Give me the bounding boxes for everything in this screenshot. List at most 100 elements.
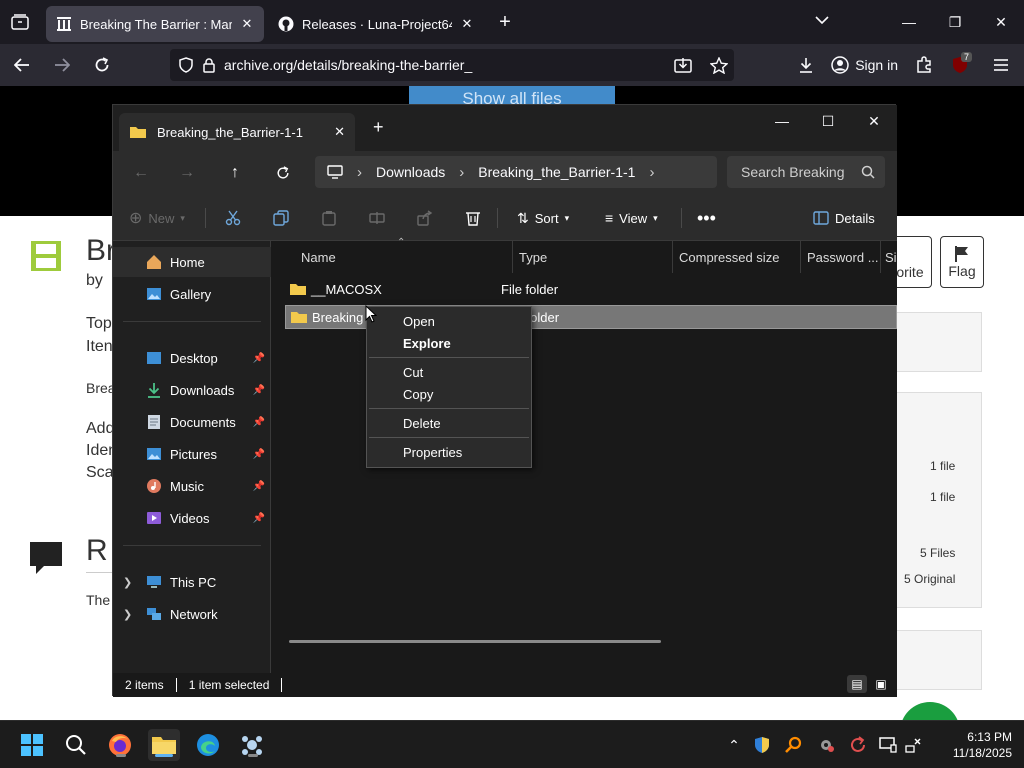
reload-icon[interactable] xyxy=(84,47,120,83)
view-button[interactable]: ≡ View ▾ xyxy=(605,203,658,233)
start-windows-icon[interactable] xyxy=(16,729,48,761)
column-header-compressed-size[interactable]: Compressed size xyxy=(673,241,801,273)
chevron-right-icon[interactable]: ❯ xyxy=(123,576,132,589)
forward-icon[interactable]: → xyxy=(171,159,203,187)
pin-icon[interactable]: 📌 xyxy=(253,449,265,460)
pin-icon[interactable]: 📌 xyxy=(253,385,265,396)
more-options-icon[interactable]: ••• xyxy=(697,203,716,233)
explorer-address-row: ← → ↑ › Downloads › Breaking_the_Barrier… xyxy=(113,151,897,195)
nav-item-videos[interactable]: Videos 📌 xyxy=(113,503,271,533)
chevron-right-icon[interactable]: ❯ xyxy=(123,608,132,621)
chevron-right-icon[interactable]: › xyxy=(649,164,654,181)
close-tab-icon[interactable]: ✕ xyxy=(240,16,254,32)
details-button[interactable]: Details xyxy=(813,203,875,233)
menu-item-explore[interactable]: Explore xyxy=(367,332,531,354)
back-icon[interactable]: ← xyxy=(125,159,157,187)
nav-item-network[interactable]: ❯ Network xyxy=(113,599,271,629)
install-page-icon[interactable] xyxy=(670,57,696,73)
menu-item-copy[interactable]: Copy xyxy=(367,383,531,405)
paste-icon[interactable] xyxy=(321,203,337,233)
nav-item-home[interactable]: Home xyxy=(113,247,271,277)
explorer-tab[interactable]: Breaking_the_Barrier-1-1 ✕ xyxy=(119,113,355,151)
system-clock[interactable]: 6:13 PM 11/18/2025 xyxy=(953,729,1012,761)
url-bar[interactable]: archive.org/details/breaking-the-barrier… xyxy=(170,49,734,81)
refresh-icon[interactable] xyxy=(267,159,299,187)
horizontal-scrollbar[interactable] xyxy=(289,640,661,643)
share-icon[interactable] xyxy=(417,203,433,233)
restore-icon[interactable]: ❐ xyxy=(932,0,978,44)
menu-item-delete[interactable]: Delete xyxy=(367,412,531,434)
donate-badge[interactable] xyxy=(900,702,960,720)
new-tab-button[interactable]: + xyxy=(490,7,520,37)
lock-icon[interactable] xyxy=(202,57,216,73)
search-input[interactable]: Search Breaking xyxy=(727,156,885,188)
extensions-icon[interactable] xyxy=(906,56,942,74)
nav-item-documents[interactable]: Documents 📌 xyxy=(113,407,271,437)
pin-icon[interactable]: 📌 xyxy=(253,417,265,428)
nav-item-desktop[interactable]: Desktop 📌 xyxy=(113,343,271,373)
back-icon[interactable] xyxy=(4,47,40,83)
maximize-icon[interactable]: ☐ xyxy=(805,105,851,137)
column-header-type[interactable]: Type xyxy=(513,241,673,273)
sign-in-button[interactable]: Sign in xyxy=(823,56,906,74)
copy-icon[interactable] xyxy=(273,203,289,233)
breadcrumb-item[interactable]: Breaking_the_Barrier-1-1 xyxy=(478,164,635,180)
close-window-icon[interactable]: ✕ xyxy=(851,105,897,137)
settings-gear-icon[interactable] xyxy=(810,736,842,754)
new-tab-button[interactable]: + xyxy=(373,117,384,138)
sort-button[interactable]: ⇅ Sort ▾ xyxy=(517,203,569,233)
ublock-extension-icon[interactable]: 7 xyxy=(942,50,978,80)
new-button[interactable]: ⊕ New ▾ xyxy=(129,203,185,233)
network-status-icon[interactable] xyxy=(902,737,924,753)
nav-item-gallery[interactable]: Gallery xyxy=(113,279,271,309)
cut-icon[interactable] xyxy=(225,203,241,233)
search-tool-icon[interactable] xyxy=(778,736,810,754)
pin-icon[interactable]: 📌 xyxy=(253,481,265,492)
display-icon[interactable] xyxy=(874,737,902,753)
search-icon[interactable] xyxy=(60,729,92,761)
details-view-icon[interactable]: ▤ xyxy=(847,675,867,693)
tiles-view-icon[interactable]: ▣ xyxy=(871,675,891,693)
delete-icon[interactable] xyxy=(465,203,481,233)
nav-item-pictures[interactable]: Pictures 📌 xyxy=(113,439,271,469)
column-header-password[interactable]: Password ... xyxy=(801,241,881,273)
close-window-icon[interactable]: ✕ xyxy=(978,0,1024,44)
close-tab-icon[interactable]: ✕ xyxy=(460,16,474,32)
rename-icon[interactable] xyxy=(369,203,385,233)
browser-tab-archive[interactable]: Breaking The Barrier : Marionou ✕ xyxy=(46,6,264,42)
bookmark-star-icon[interactable] xyxy=(704,56,734,74)
breadcrumb[interactable]: › Downloads › Breaking_the_Barrier-1-1 › xyxy=(315,156,717,188)
downloads-icon[interactable] xyxy=(789,57,823,73)
menu-item-open[interactable]: Open xyxy=(367,310,531,332)
nav-item-downloads[interactable]: Downloads 📌 xyxy=(113,375,271,405)
forward-icon[interactable] xyxy=(44,47,80,83)
nav-item-this-pc[interactable]: ❯ This PC xyxy=(113,567,271,597)
file-explorer-icon[interactable] xyxy=(148,729,180,761)
column-header-name[interactable]: Name xyxy=(271,241,513,273)
firefox-icon[interactable] xyxy=(104,729,136,761)
menu-item-properties[interactable]: Properties xyxy=(367,441,531,463)
close-tab-icon[interactable]: ✕ xyxy=(334,124,345,140)
minimize-icon[interactable]: — xyxy=(886,0,932,44)
sync-icon[interactable] xyxy=(842,736,874,754)
flag-button[interactable]: Flag xyxy=(940,236,984,288)
minimize-icon[interactable]: — xyxy=(759,105,805,137)
menu-icon[interactable] xyxy=(978,58,1024,72)
pin-icon[interactable]: 📌 xyxy=(253,353,265,364)
edge-icon[interactable] xyxy=(192,729,224,761)
list-all-tabs-icon[interactable] xyxy=(815,12,829,28)
show-hidden-icons-icon[interactable]: ⌃ xyxy=(722,737,746,754)
file-row[interactable]: __MACOSX File folder xyxy=(285,277,897,301)
nav-item-music[interactable]: Music 📌 xyxy=(113,471,271,501)
up-icon[interactable]: ↑ xyxy=(219,159,251,187)
breadcrumb-item[interactable]: Downloads xyxy=(376,164,445,180)
column-header-size[interactable]: Si xyxy=(881,241,897,273)
pin-icon[interactable]: 📌 xyxy=(253,513,265,524)
app-icon[interactable] xyxy=(236,729,268,761)
browser-tab-releases[interactable]: Releases · Luna-Project64/Luna ✕ xyxy=(268,6,484,42)
show-all-files-button[interactable]: Show all files xyxy=(409,86,615,106)
menu-item-cut[interactable]: Cut xyxy=(367,361,531,383)
tracking-protection-icon[interactable] xyxy=(178,57,194,73)
security-shield-icon[interactable] xyxy=(746,736,778,754)
tab-overview-icon[interactable] xyxy=(0,0,40,44)
